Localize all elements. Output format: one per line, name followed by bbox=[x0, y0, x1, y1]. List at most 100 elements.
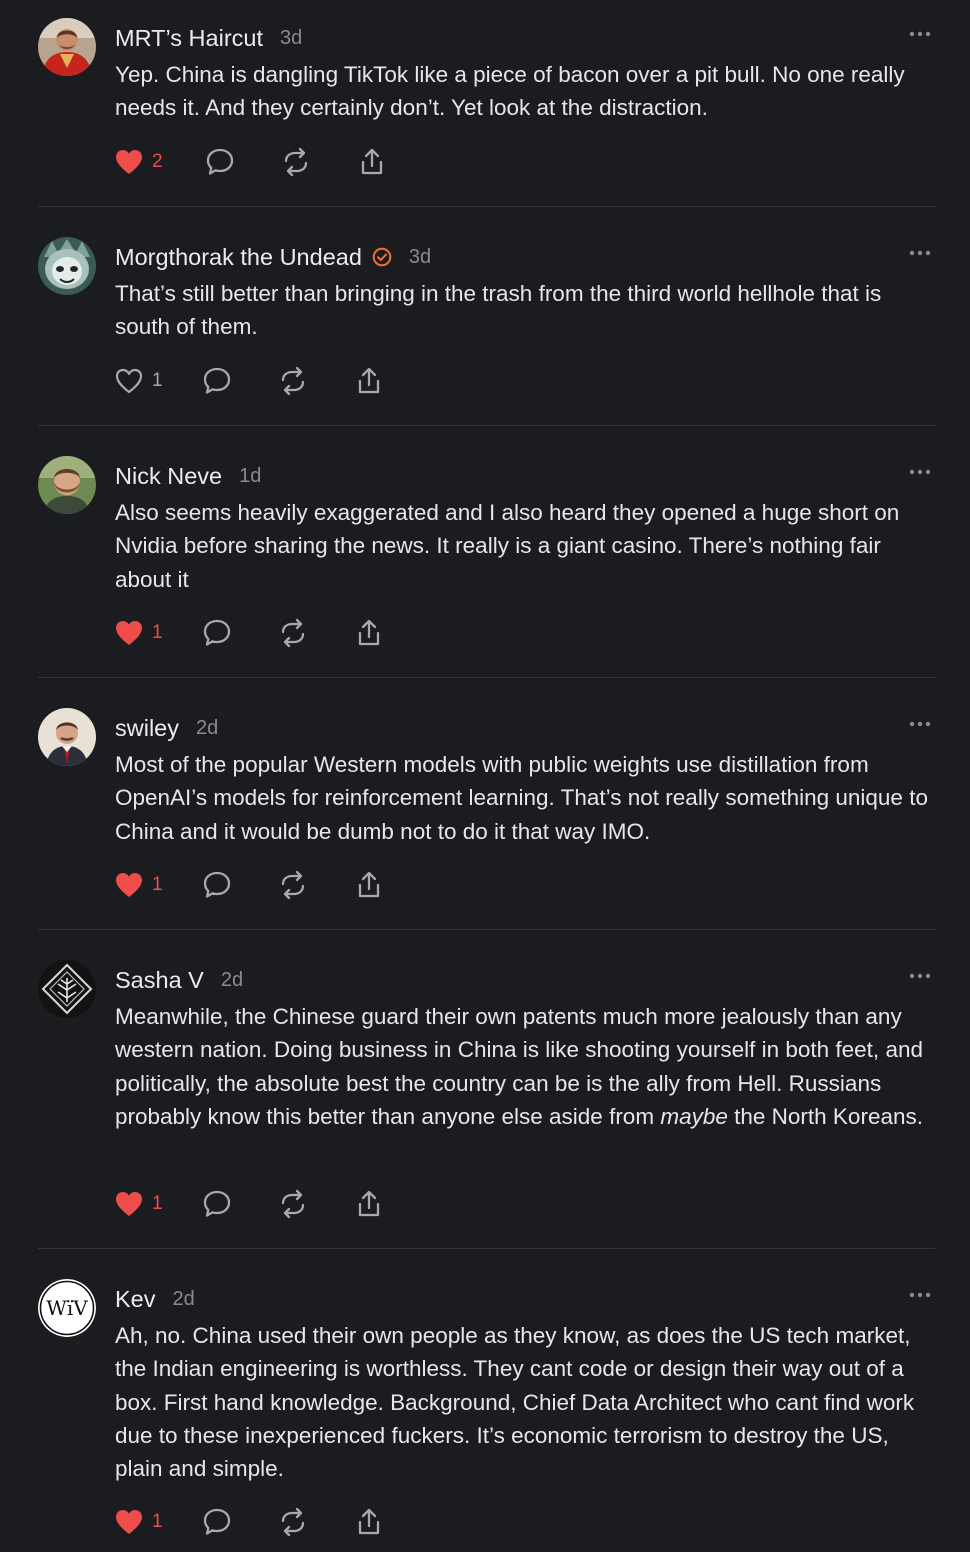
comment-actions: 1 bbox=[115, 1187, 430, 1221]
share-button[interactable] bbox=[354, 1505, 430, 1539]
share-icon bbox=[358, 1508, 380, 1535]
author-name[interactable]: Morgthorak the Undead bbox=[115, 244, 362, 271]
comment-bubble-icon bbox=[203, 367, 231, 394]
comment-actions: 2 bbox=[115, 145, 433, 179]
share-button[interactable] bbox=[354, 1187, 430, 1221]
comment-text: Meanwhile, the Chinese guard their own p… bbox=[115, 1004, 923, 1129]
restack-icon bbox=[281, 618, 305, 648]
avatar-red-shirt-man-icon bbox=[38, 18, 96, 76]
avatar[interactable] bbox=[38, 708, 96, 766]
more-options-icon[interactable] bbox=[909, 249, 931, 257]
like-count: 2 bbox=[152, 151, 163, 172]
avatar-bearded-man-icon bbox=[38, 456, 96, 514]
comment-bubble-icon bbox=[206, 148, 234, 175]
like-count: 1 bbox=[152, 370, 163, 391]
more-options-icon[interactable] bbox=[909, 30, 931, 38]
heart-outline-icon bbox=[115, 368, 143, 394]
heart-filled-icon bbox=[116, 621, 142, 645]
share-button[interactable] bbox=[357, 145, 433, 179]
like-button[interactable]: 1 bbox=[115, 1509, 202, 1535]
timestamp[interactable]: 3d bbox=[409, 246, 431, 269]
restack-button[interactable] bbox=[278, 1187, 354, 1221]
comment-bubble-icon bbox=[203, 1190, 231, 1217]
heart-filled-icon bbox=[116, 1192, 142, 1216]
restack-icon bbox=[281, 366, 305, 396]
timestamp[interactable]: 2d bbox=[173, 1288, 195, 1311]
verified-badge-icon bbox=[372, 247, 392, 267]
comment-text: Yep. China is dangling TikTok like a pie… bbox=[115, 62, 905, 121]
timestamp[interactable]: 2d bbox=[196, 717, 218, 740]
share-button[interactable] bbox=[354, 364, 430, 398]
avatar[interactable] bbox=[38, 960, 96, 1018]
comment-header: Sasha V 2d bbox=[115, 965, 243, 995]
restack-button[interactable] bbox=[278, 1505, 354, 1539]
share-icon bbox=[358, 619, 380, 646]
share-icon bbox=[358, 1190, 380, 1217]
comment-divider bbox=[38, 1248, 935, 1249]
comment-bubble-icon bbox=[203, 1508, 231, 1535]
timestamp[interactable]: 1d bbox=[239, 465, 261, 488]
avatar-armored-mask-icon bbox=[38, 237, 96, 295]
more-options-icon[interactable] bbox=[909, 972, 931, 980]
avatar[interactable] bbox=[38, 18, 96, 76]
restack-icon bbox=[281, 870, 305, 900]
avatar-suited-man-icon bbox=[38, 708, 96, 766]
author-name[interactable]: Sasha V bbox=[115, 967, 204, 994]
comment-text: That’s still better than bringing in the… bbox=[115, 281, 882, 340]
like-button[interactable]: 2 bbox=[115, 149, 205, 175]
share-icon bbox=[358, 367, 380, 394]
author-name[interactable]: MRT’s Haircut bbox=[115, 25, 263, 52]
reply-button[interactable] bbox=[202, 616, 278, 650]
restack-button[interactable] bbox=[278, 364, 354, 398]
avatar-diamond-emblem-icon bbox=[38, 960, 96, 1018]
avatar[interactable] bbox=[38, 456, 96, 514]
more-options-icon[interactable] bbox=[909, 1291, 931, 1299]
author-name[interactable]: swiley bbox=[115, 715, 179, 742]
like-button[interactable]: 1 bbox=[115, 1191, 202, 1217]
reply-button[interactable] bbox=[202, 364, 278, 398]
author-name[interactable]: Nick Neve bbox=[115, 463, 222, 490]
like-button[interactable]: 1 bbox=[115, 872, 202, 898]
like-count: 1 bbox=[152, 1511, 163, 1532]
restack-button[interactable] bbox=[281, 145, 357, 179]
share-button[interactable] bbox=[354, 616, 430, 650]
comment-actions: 1 bbox=[115, 616, 430, 650]
avatar-text: WïV bbox=[46, 1296, 88, 1320]
comment-divider bbox=[38, 206, 935, 207]
comment-text: Most of the popular Western models with … bbox=[115, 752, 928, 844]
restack-icon bbox=[284, 147, 308, 177]
comment-header: Nick Neve 1d bbox=[115, 461, 261, 491]
restack-button[interactable] bbox=[278, 868, 354, 902]
like-button[interactable]: 1 bbox=[115, 368, 202, 394]
heart-filled-icon bbox=[116, 1510, 142, 1534]
restack-icon bbox=[281, 1189, 305, 1219]
comment-header: Kev 2d bbox=[115, 1284, 195, 1314]
comment-text: Also seems heavily exaggerated and I als… bbox=[115, 500, 900, 592]
comment-header: Morgthorak the Undead 3d bbox=[115, 242, 431, 272]
timestamp[interactable]: 2d bbox=[221, 969, 243, 992]
avatar-wiv-logo-icon: WïV bbox=[38, 1279, 96, 1337]
reply-button[interactable] bbox=[205, 145, 281, 179]
author-name[interactable]: Kev bbox=[115, 1286, 156, 1313]
restack-icon bbox=[281, 1507, 305, 1537]
comment-actions: 1 bbox=[115, 364, 430, 398]
comment-divider bbox=[38, 929, 935, 930]
reply-button[interactable] bbox=[202, 1187, 278, 1221]
restack-button[interactable] bbox=[278, 616, 354, 650]
avatar[interactable] bbox=[38, 237, 96, 295]
more-options-icon[interactable] bbox=[909, 720, 931, 728]
comment-divider bbox=[38, 677, 935, 678]
comment-header: swiley 2d bbox=[115, 713, 218, 743]
comment-header: MRT’s Haircut 3d bbox=[115, 23, 302, 53]
comment-actions: 1 bbox=[115, 868, 430, 902]
share-button[interactable] bbox=[354, 868, 430, 902]
comment-divider bbox=[38, 425, 935, 426]
avatar[interactable]: WïV bbox=[38, 1279, 96, 1337]
reply-button[interactable] bbox=[202, 868, 278, 902]
like-button[interactable]: 1 bbox=[115, 620, 202, 646]
timestamp[interactable]: 3d bbox=[280, 27, 302, 50]
reply-button[interactable] bbox=[202, 1505, 278, 1539]
more-options-icon[interactable] bbox=[909, 468, 931, 476]
heart-filled-icon bbox=[116, 150, 142, 174]
comment-bubble-icon bbox=[203, 619, 231, 646]
